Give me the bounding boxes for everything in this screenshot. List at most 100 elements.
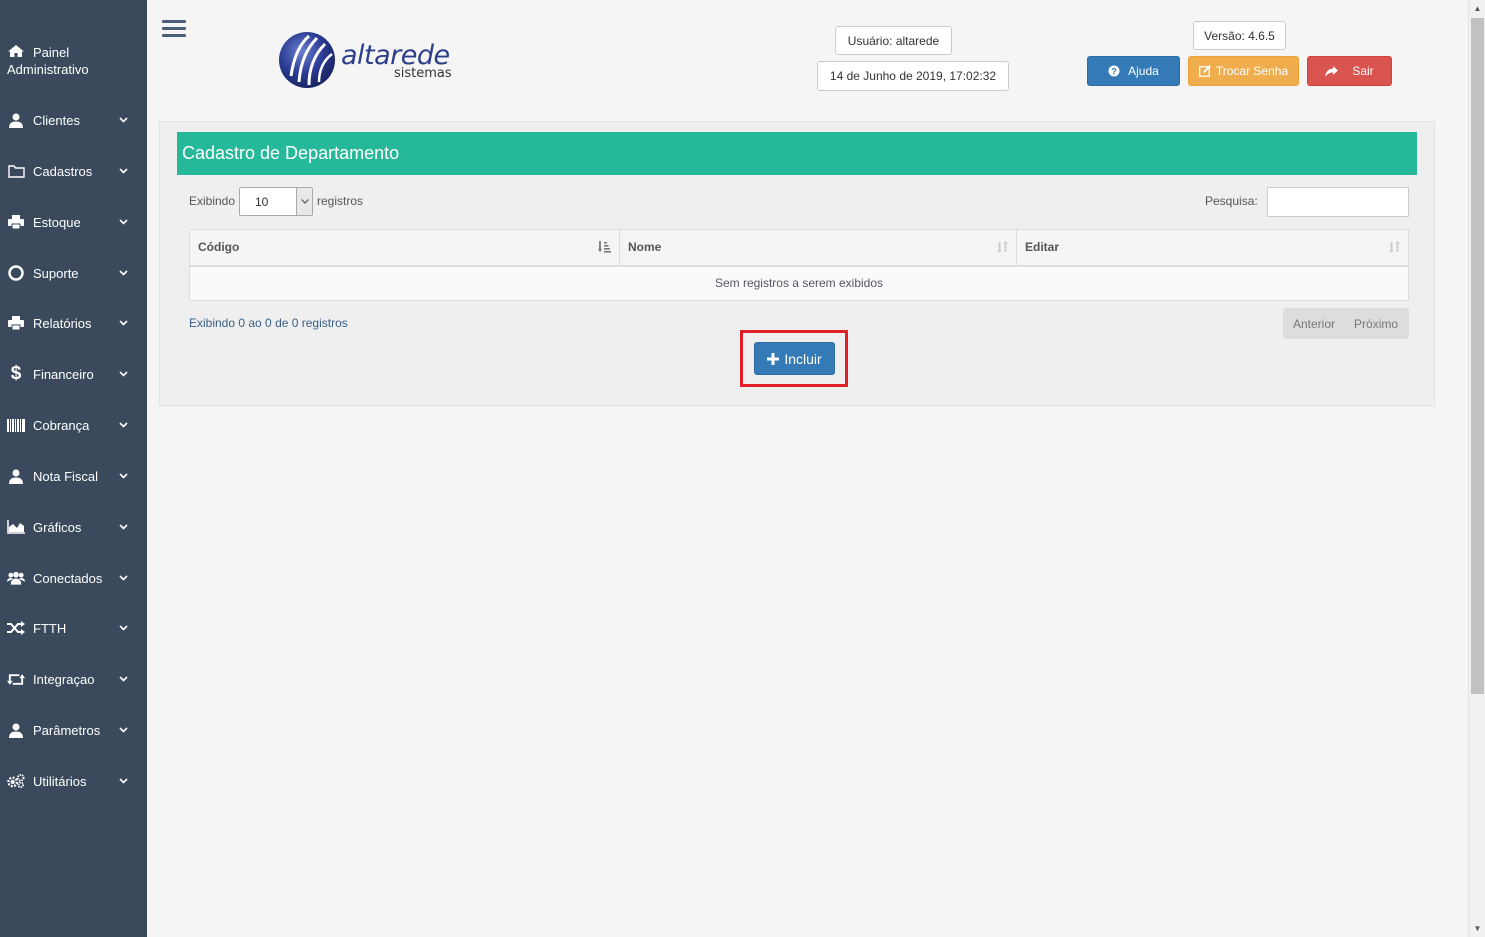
printer-icon	[7, 214, 25, 230]
sidebar-item-label: Clientes	[33, 112, 80, 128]
plus-icon	[767, 352, 780, 365]
sidebar-item-label: Utilitários	[33, 773, 87, 789]
departments-table: Código Nome Editar Sem registros a serem…	[189, 229, 1409, 301]
chevron-down-icon	[118, 625, 128, 631]
share-icon	[1325, 65, 1339, 77]
barcode-icon	[7, 417, 25, 433]
printer-icon	[7, 315, 25, 331]
sidebar-item-label: Parâmetros	[33, 722, 101, 738]
logo-subtitle: sistemas	[394, 66, 452, 81]
search-input[interactable]	[1267, 187, 1409, 217]
length-prefix-label: Exibindo	[189, 194, 236, 208]
sidebar-item-label: Integraçao	[33, 671, 95, 687]
column-header-label: Nome	[628, 240, 662, 255]
help-button[interactable]: ? Ajuda	[1087, 56, 1180, 86]
datetime-badge: 14 de Junho de 2019, 17:02:32	[817, 61, 1009, 91]
pagination: Anterior Próximo	[1283, 308, 1409, 339]
page-size-select[interactable]: 10	[239, 187, 313, 216]
retweet-icon	[7, 671, 25, 687]
column-header-label: Editar	[1025, 240, 1060, 255]
sidebar-item-label: Gráficos	[33, 519, 82, 535]
gears-icon	[7, 773, 25, 789]
folder-icon	[7, 163, 25, 179]
column-header-label: Código	[198, 240, 240, 255]
sidebar-item-label: Financeiro	[33, 366, 94, 382]
user-icon	[7, 468, 25, 484]
change-password-label: Trocar Senha	[1215, 64, 1289, 78]
length-suffix-label: registros	[317, 194, 364, 208]
chevron-down-icon	[118, 320, 128, 326]
scroll-down-icon[interactable]: ▼	[1469, 920, 1485, 937]
sidebar-item-nota-fiscal[interactable]: Nota Fiscal	[0, 456, 147, 496]
sidebar-item-conectados[interactable]: Conectados	[0, 558, 147, 598]
sidebar-item-utilitarios[interactable]: Utilitários	[0, 761, 147, 801]
lifebuoy-icon	[7, 265, 25, 281]
previous-page-button[interactable]: Anterior	[1293, 317, 1335, 331]
question-circle-icon: ?	[1108, 65, 1120, 77]
chevron-down-icon	[118, 422, 128, 428]
table-header-row: Código Nome Editar	[189, 229, 1409, 267]
search-label: Pesquisa:	[1205, 194, 1258, 208]
change-password-button[interactable]: Trocar Senha	[1188, 56, 1299, 86]
sidebar-item-label: Nota Fiscal	[33, 468, 99, 484]
home-icon	[7, 44, 25, 61]
column-header-editar[interactable]: Editar	[1016, 229, 1409, 267]
sidebar-item-cobranca[interactable]: Cobrança	[0, 405, 147, 445]
sidebar-item-graficos[interactable]: Gráficos	[0, 507, 147, 547]
chevron-down-icon	[296, 188, 312, 215]
chevron-down-icon	[118, 778, 128, 784]
sidebar-item-clientes[interactable]: Clientes	[0, 100, 147, 140]
add-label: Incluir	[784, 350, 822, 367]
sidebar-item-label: FTTH	[33, 620, 67, 636]
chevron-down-icon	[118, 727, 128, 733]
sidebar-item-estoque[interactable]: Estoque	[0, 202, 147, 242]
sidebar-item-painel[interactable]: Painel Administrativo	[7, 44, 142, 80]
globe-logo-icon	[279, 32, 335, 88]
user-badge: Usuário: altarede	[835, 26, 952, 55]
sidebar-item-label: Cobrança	[33, 417, 90, 433]
chevron-down-icon	[118, 168, 128, 174]
chevron-down-icon	[118, 473, 128, 479]
add-button[interactable]: Incluir	[754, 342, 835, 375]
column-header-nome[interactable]: Nome	[619, 229, 1017, 267]
edit-icon	[1198, 65, 1211, 77]
sidebar-item-label: Estoque	[33, 214, 81, 230]
chevron-down-icon	[118, 371, 128, 377]
scroll-up-icon[interactable]: ▲	[1469, 0, 1485, 17]
menu-toggle-icon[interactable]	[162, 20, 186, 40]
empty-table-message: Sem registros a serem exibidos	[189, 265, 1409, 301]
sort-both-icon	[997, 241, 1008, 256]
sidebar-item-label: Painel	[33, 45, 70, 60]
sidebar-item-financeiro[interactable]: $ Financeiro	[0, 354, 147, 394]
help-label: Ajuda	[1128, 64, 1159, 78]
sidebar-item-label: Relatórios	[33, 315, 92, 331]
sidebar: Painel Administrativo Clientes Cadastros…	[0, 0, 147, 937]
sidebar-item-relatorios[interactable]: Relatórios	[0, 303, 147, 343]
dollar-icon: $	[10, 363, 22, 384]
next-page-button[interactable]: Próximo	[1354, 317, 1398, 331]
chevron-down-icon	[118, 117, 128, 123]
sidebar-item-label: Conectados	[33, 570, 103, 586]
logout-button[interactable]: Sair	[1307, 56, 1392, 86]
sidebar-item-integracao[interactable]: Integraçao	[0, 659, 147, 699]
page-title: Cadastro de Departamento	[177, 132, 1417, 175]
sort-both-icon	[1389, 241, 1400, 256]
sidebar-item-label: Cadastros	[33, 163, 93, 179]
sidebar-item-suporte[interactable]: Suporte	[0, 253, 147, 293]
logout-label: Sair	[1352, 64, 1374, 78]
area-chart-icon	[7, 519, 25, 535]
column-header-codigo[interactable]: Código	[189, 229, 620, 267]
table-info: Exibindo 0 ao 0 de 0 registros	[189, 316, 348, 330]
chevron-down-icon	[118, 219, 128, 225]
random-icon	[7, 620, 25, 636]
svg-text:?: ?	[1111, 66, 1117, 76]
vertical-scrollbar[interactable]: ▲ ▼	[1468, 0, 1485, 937]
users-icon	[7, 570, 25, 586]
version-badge: Versão: 4.6.5	[1193, 21, 1286, 50]
sidebar-item-cadastros[interactable]: Cadastros	[0, 151, 147, 191]
sidebar-item-parametros[interactable]: Parâmetros	[0, 710, 147, 750]
sidebar-item-ftth[interactable]: FTTH	[0, 608, 147, 648]
chevron-down-icon	[118, 270, 128, 276]
scrollbar-thumb[interactable]	[1471, 18, 1484, 694]
table-row: Sem registros a serem exibidos	[189, 265, 1409, 301]
